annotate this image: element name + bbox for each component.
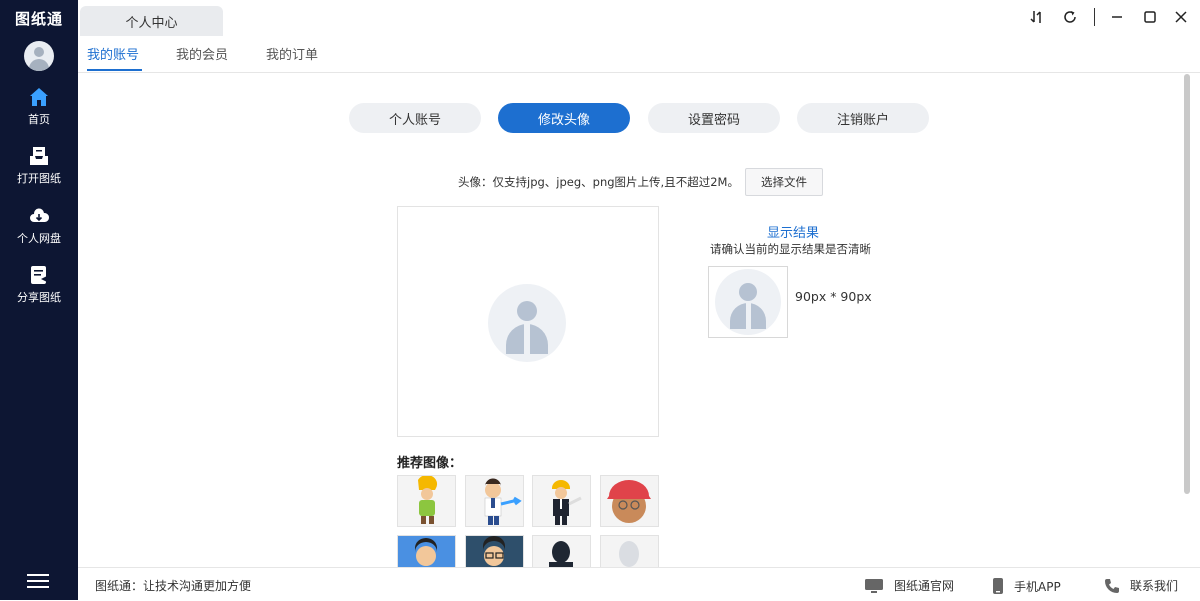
choose-file-button[interactable]: 选择文件 xyxy=(745,168,823,196)
recommended-avatar[interactable] xyxy=(532,475,591,527)
contact-us-label: 联系我们 xyxy=(1130,579,1179,593)
sidebar-item-label: 个人网盘 xyxy=(17,232,61,245)
mobile-app-link[interactable]: 手机APP xyxy=(992,577,1061,595)
refresh-icon[interactable] xyxy=(1061,8,1079,26)
upload-hint: 头像：仅支持jpg、jpeg、png图片上传,且不超过2M。 xyxy=(458,175,739,189)
sidebar-item-label: 首页 xyxy=(28,113,50,126)
worker-yellow-helmet-icon xyxy=(398,476,455,526)
sidebar-item-cloud-drive[interactable]: 个人网盘 xyxy=(0,205,78,255)
sidebar-item-label: 分享图纸 xyxy=(17,291,61,304)
avatar-placeholder-icon xyxy=(488,284,566,362)
recommended-title: 推荐图像： xyxy=(397,456,463,471)
recommended-avatar[interactable] xyxy=(600,535,659,569)
sidebar-item-open-drawing[interactable]: 打开图纸 xyxy=(0,145,78,195)
pill-set-password[interactable]: 设置密码 xyxy=(648,103,780,133)
contact-us-link[interactable]: 联系我们 xyxy=(1104,577,1178,594)
account-subtabs: 我的账号 我的会员 我的订单 xyxy=(78,36,1200,73)
phone-icon xyxy=(993,578,1003,594)
official-site-label: 图纸通官网 xyxy=(894,579,955,593)
recommended-avatar[interactable] xyxy=(397,475,456,527)
man-blue-bg-icon xyxy=(398,536,455,568)
avatar-crop-area[interactable] xyxy=(397,206,659,437)
cloud-icon xyxy=(30,208,50,222)
active-subtab-indicator xyxy=(87,69,142,71)
app-logo: 图纸通 xyxy=(14,9,63,28)
avatar-size-label: 90px * 90px xyxy=(795,289,872,304)
monitor-icon xyxy=(865,578,883,593)
recommended-avatar[interactable] xyxy=(465,535,524,569)
silhouette-dark-icon xyxy=(533,536,590,568)
avatar-preview-box xyxy=(708,266,788,338)
worker-red-helmet-icon xyxy=(601,476,658,526)
pill-cancel-account[interactable]: 注销账户 xyxy=(797,103,929,133)
official-site-link[interactable]: 图纸通官网 xyxy=(864,577,954,594)
result-title: 显示结果 xyxy=(767,226,820,241)
recommended-avatar[interactable] xyxy=(532,535,591,569)
window-controls-divider xyxy=(1094,8,1095,26)
status-bar: 图纸通：让技术沟通更加方便 图纸通官网 手机APP 联系我们 xyxy=(78,567,1200,601)
avatar-head xyxy=(34,47,44,57)
recommended-avatar[interactable] xyxy=(600,475,659,527)
maximize-icon[interactable] xyxy=(1141,8,1159,26)
user-avatar[interactable] xyxy=(24,41,54,71)
sidebar: 图纸通 首页 打开图纸 个人网盘 分享图纸 xyxy=(0,0,78,600)
avatar-body xyxy=(29,59,49,71)
menu-icon[interactable] xyxy=(27,574,49,590)
subtab-my-account[interactable]: 我的账号 xyxy=(87,44,139,63)
recommended-avatar[interactable] xyxy=(465,475,524,527)
mobile-app-label: 手机APP xyxy=(1014,579,1061,594)
pill-personal-account[interactable]: 个人账号 xyxy=(349,103,481,133)
avatar-preview-icon xyxy=(715,269,781,335)
pill-change-avatar[interactable]: 修改头像 xyxy=(498,103,630,133)
result-subtitle: 请确认当前的显示结果是否清晰 xyxy=(710,242,871,256)
recommended-avatar[interactable] xyxy=(397,535,456,569)
home-icon xyxy=(30,88,48,106)
tab-personal-center[interactable]: 个人中心 xyxy=(80,6,223,36)
engineer-wrench-icon xyxy=(466,476,523,526)
status-slogan: 图纸通：让技术沟通更加方便 xyxy=(95,579,252,593)
subtab-my-orders[interactable]: 我的订单 xyxy=(266,44,318,63)
telephone-icon xyxy=(1105,578,1119,593)
scrollbar[interactable] xyxy=(1184,74,1190,494)
sidebar-item-label: 打开图纸 xyxy=(17,172,61,185)
minimize-icon[interactable] xyxy=(1108,8,1126,26)
man-glasses-icon xyxy=(466,536,523,568)
close-icon[interactable] xyxy=(1172,8,1190,26)
subtab-my-membership[interactable]: 我的会员 xyxy=(176,44,228,63)
engineer-suit-icon xyxy=(533,476,590,526)
inbox-icon xyxy=(30,147,48,165)
silhouette-light-icon xyxy=(601,536,658,568)
share-doc-icon xyxy=(31,266,47,284)
sort-icon[interactable] xyxy=(1028,8,1046,26)
sidebar-item-home[interactable]: 首页 xyxy=(0,86,78,136)
sidebar-item-share-drawing[interactable]: 分享图纸 xyxy=(0,264,78,314)
